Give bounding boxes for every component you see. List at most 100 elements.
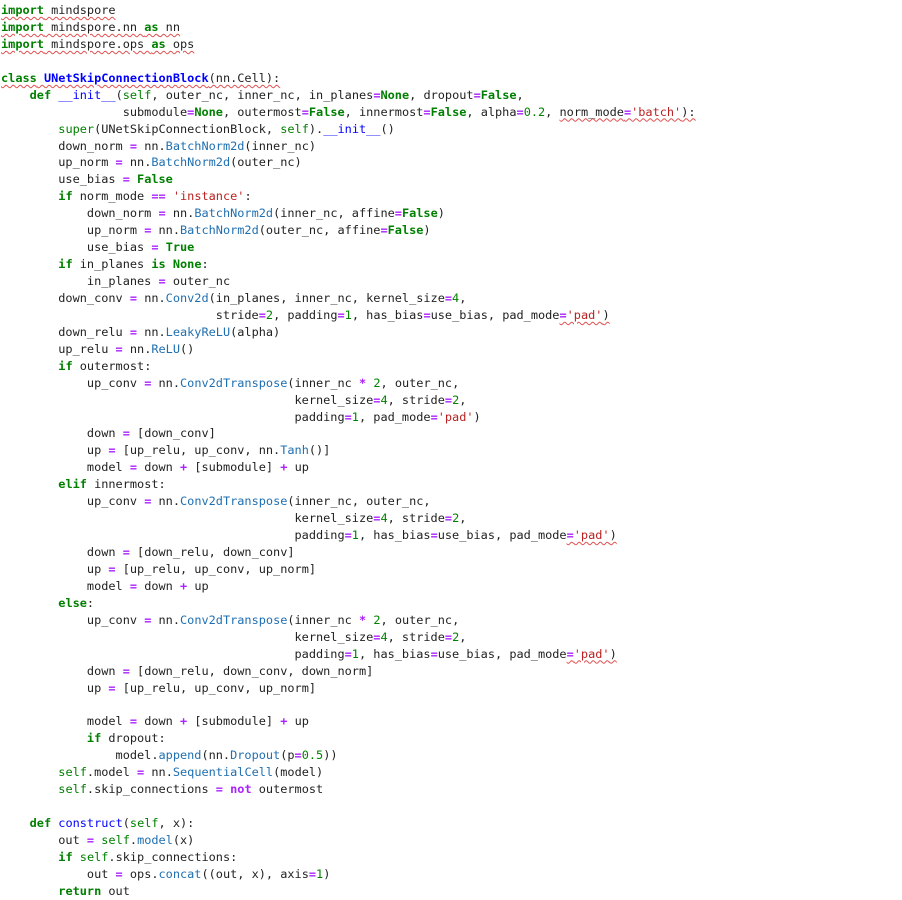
code-line: stride=2, padding=1, has_bias=use_bias, … bbox=[1, 307, 902, 324]
code-token: == bbox=[151, 189, 166, 204]
code-token: = bbox=[516, 104, 524, 119]
code-token: 'batch' bbox=[631, 104, 682, 119]
code-token: up_norm bbox=[1, 223, 145, 238]
code-token: submodule bbox=[1, 104, 188, 119]
code-token: Conv2dTranspose bbox=[180, 612, 288, 627]
code-token: 0.5 bbox=[301, 748, 324, 763]
code-token: = bbox=[566, 646, 574, 661]
code-token: = bbox=[344, 646, 352, 661]
code-token: (nn. bbox=[201, 748, 231, 763]
code-token: ) bbox=[423, 223, 431, 238]
code-token: BatchNorm2d bbox=[194, 206, 274, 221]
code-token: , bbox=[545, 104, 560, 119]
code-token: () bbox=[180, 341, 195, 356]
code-token: 1 bbox=[351, 409, 359, 424]
code-line: import mindspore.nn as nn bbox=[1, 19, 902, 36]
code-token: down bbox=[1, 545, 123, 559]
code-line: elif innermost: bbox=[1, 476, 902, 493]
code-token: [down_conv] bbox=[129, 426, 216, 441]
code-line: padding=1, has_bias=use_bias, pad_mode='… bbox=[1, 646, 902, 663]
code-token: up_norm bbox=[1, 155, 116, 170]
code-token: nn bbox=[158, 19, 180, 34]
code-token: = bbox=[258, 307, 266, 322]
code-token: , outermost bbox=[222, 104, 302, 119]
code-line: kernel_size=4, stride=2, bbox=[1, 392, 902, 409]
code-token: BatchNorm2d bbox=[151, 155, 231, 170]
code-line: down_relu = nn.LeakyReLU(alpha) bbox=[1, 324, 902, 341]
code-token: outer_nc bbox=[165, 274, 231, 288]
code-token: down bbox=[1, 663, 123, 678]
code-token: nn. bbox=[122, 341, 152, 356]
code-line: use_bias = True bbox=[1, 239, 902, 256]
code-token: use_bias bbox=[1, 240, 152, 255]
code-token: Conv2dTranspose bbox=[180, 494, 288, 509]
code-token: None bbox=[194, 104, 223, 119]
code-token: , bbox=[459, 392, 467, 407]
code-token: nn. bbox=[144, 765, 173, 780]
code-token: .skip_connections: bbox=[108, 849, 238, 864]
code-token: False bbox=[480, 87, 517, 102]
code-line: use_bias = False bbox=[1, 171, 902, 188]
code-token: = bbox=[158, 206, 166, 221]
code-token: BatchNorm2d bbox=[180, 223, 259, 238]
code-token: = bbox=[151, 240, 159, 255]
code-token: mindspore.nn bbox=[43, 19, 145, 34]
code-line: up_relu = nn.ReLU() bbox=[1, 341, 902, 358]
code-token: nn. bbox=[151, 375, 180, 390]
code-token: [down_relu, down_conv] bbox=[129, 545, 295, 559]
code-token: ) bbox=[473, 409, 481, 424]
code-token: , has_bias bbox=[358, 646, 431, 661]
code-token: up bbox=[1, 680, 109, 695]
code-token: False bbox=[137, 172, 173, 187]
code-token: 4 bbox=[380, 392, 388, 407]
code-token: if bbox=[86, 731, 102, 746]
code-token: (inner_nc bbox=[287, 375, 359, 390]
code-token: False bbox=[308, 104, 345, 119]
code-line: model = down + up bbox=[1, 578, 902, 595]
code-token: not bbox=[230, 782, 252, 797]
code-token: , stride bbox=[387, 629, 445, 644]
code-token: (alpha) bbox=[230, 324, 281, 339]
code-token: = bbox=[122, 545, 130, 559]
code-token: use_bias, pad_mode bbox=[430, 307, 560, 322]
code-token: 4 bbox=[380, 629, 388, 644]
code-line: up_conv = nn.Conv2dTranspose(inner_nc * … bbox=[1, 612, 902, 629]
code-editor[interactable]: import mindspore import mindspore.nn as n… bbox=[1, 2, 902, 900]
code-token: = bbox=[423, 104, 431, 119]
code-token: UNetSkipConnectionBlock bbox=[43, 70, 209, 85]
code-token: nn. bbox=[151, 612, 180, 627]
code-token: in_planes bbox=[1, 274, 159, 288]
code-token: False bbox=[387, 223, 424, 238]
code-token: if bbox=[58, 189, 73, 204]
code-line: self.skip_connections = not outermost bbox=[1, 781, 902, 798]
code-token: padding bbox=[1, 646, 345, 661]
code-line: import mindspore bbox=[1, 2, 902, 19]
code-token: , pad_mode bbox=[358, 409, 431, 424]
code-token: self bbox=[101, 832, 130, 847]
code-token: up bbox=[1, 443, 109, 458]
code-token: model bbox=[1, 578, 130, 593]
code-token: out bbox=[1, 832, 87, 847]
code-token: outermost bbox=[251, 782, 324, 797]
code-token: False bbox=[430, 104, 467, 119]
code-token: super bbox=[58, 121, 95, 136]
code-token: up_conv bbox=[1, 494, 145, 509]
code-token: 2 bbox=[265, 307, 274, 322]
code-token: )) bbox=[323, 748, 338, 763]
code-token: kernel_size bbox=[1, 511, 374, 526]
code-token: 2 bbox=[373, 612, 381, 627]
code-token: return bbox=[58, 883, 102, 898]
code-token: 'instance' bbox=[172, 189, 245, 204]
code-line: if in_planes is None: bbox=[1, 256, 902, 273]
code-token: (x) bbox=[172, 832, 195, 847]
code-token: = bbox=[129, 714, 138, 729]
